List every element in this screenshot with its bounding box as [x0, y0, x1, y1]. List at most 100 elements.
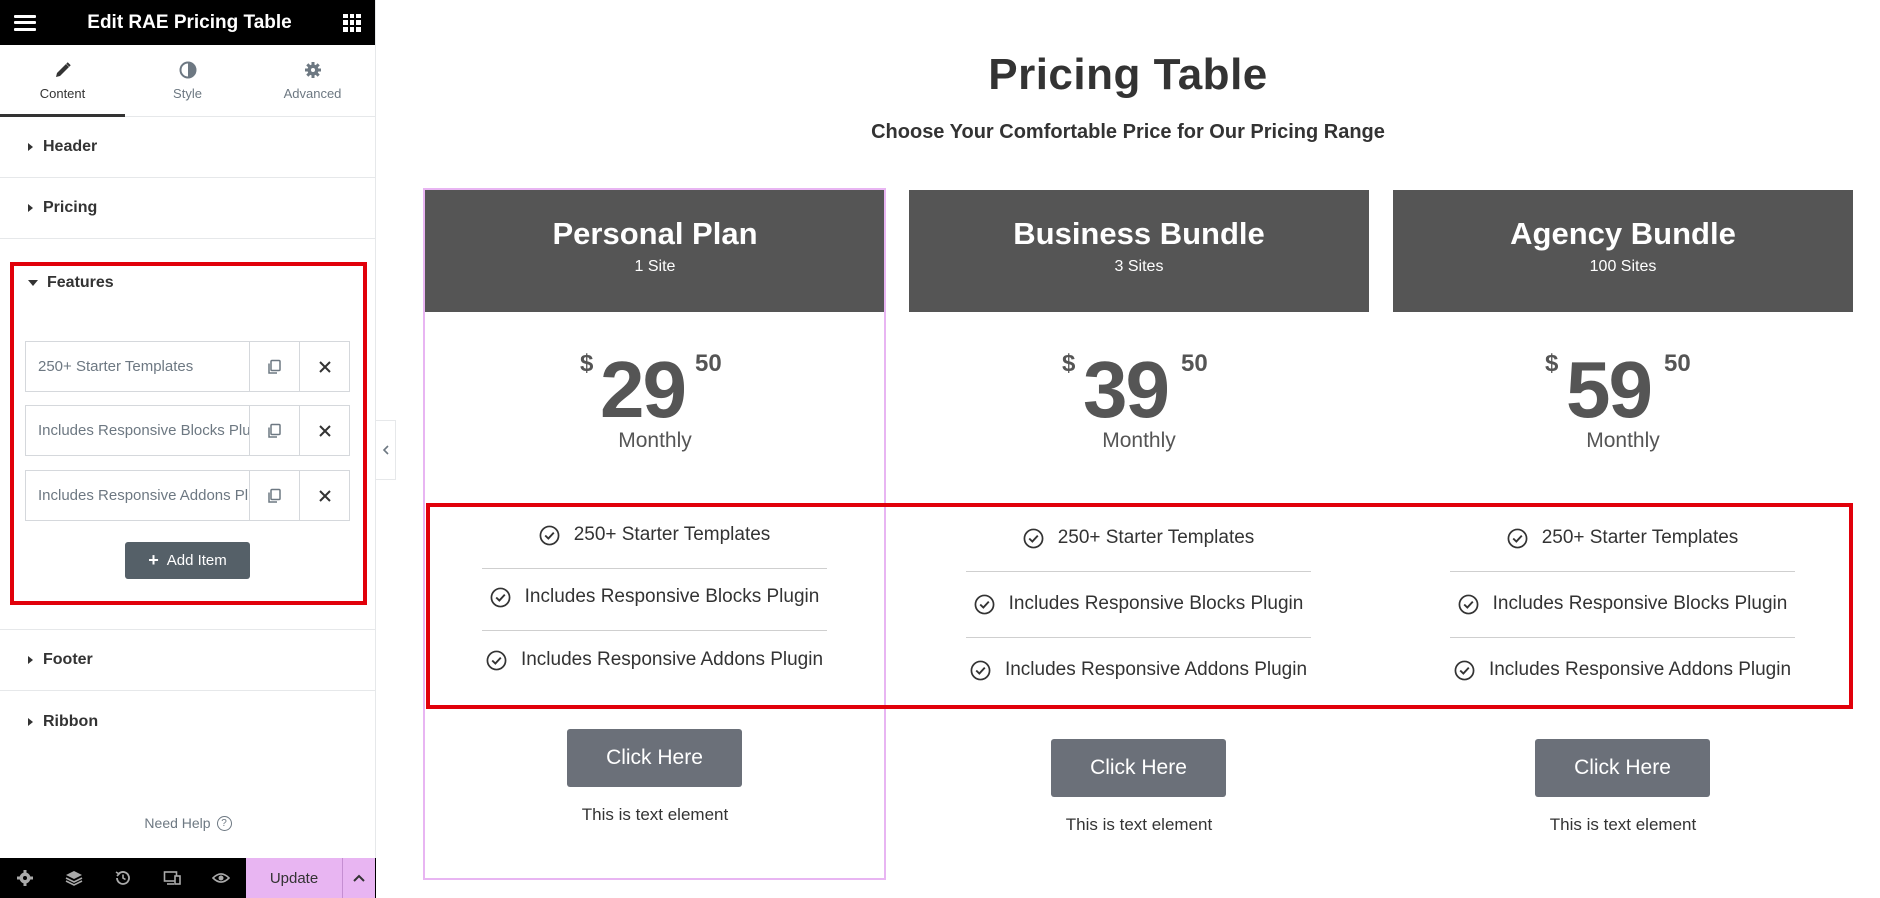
currency-symbol: $ — [1545, 350, 1559, 377]
price-block: $ 39 50 Monthly — [909, 312, 1369, 462]
plan-sites: 100 Sites — [1589, 258, 1657, 275]
preview-button[interactable] — [196, 858, 245, 898]
update-options-button[interactable] — [342, 858, 375, 898]
need-help-link[interactable]: Need Help ? — [0, 815, 376, 831]
editor-title: Edit RAE Pricing Table — [87, 11, 292, 33]
remove-button[interactable] — [299, 471, 349, 520]
price-block: $ 29 50 Monthly — [425, 312, 885, 462]
click-here-button[interactable]: Click Here — [567, 729, 742, 787]
feature-text: 250+ Starter Templates — [573, 524, 771, 545]
section-footer-label: Footer — [43, 651, 93, 668]
price-cents: 50 — [1664, 350, 1691, 377]
card-header: Agency Bundle 100 Sites — [1393, 190, 1853, 312]
repeater-item-label[interactable]: 250+ Starter Templates — [26, 342, 250, 391]
editor-tabs: Content Style Advanced — [0, 45, 375, 117]
copy-icon — [268, 423, 282, 438]
price-amount: 29 — [600, 345, 687, 434]
text-element: This is text element — [1065, 815, 1213, 834]
section-footer[interactable]: Footer — [0, 630, 376, 691]
chevron-up-icon — [353, 874, 365, 882]
navigator-button[interactable] — [49, 858, 98, 898]
add-item-button[interactable]: + Add Item — [125, 542, 250, 579]
settings-button[interactable] — [0, 858, 49, 898]
repeater-item-label[interactable]: Includes Responsive Addons Plugin — [26, 471, 250, 520]
tab-advanced-label: Advanced — [283, 86, 342, 101]
gear-icon — [16, 870, 33, 886]
click-here-button[interactable]: Click Here — [1535, 739, 1710, 797]
section-ribbon-label: Ribbon — [43, 712, 99, 730]
remove-button[interactable] — [299, 406, 349, 455]
price-cents: 50 — [695, 350, 722, 377]
question-icon: ? — [216, 815, 232, 831]
update-button[interactable]: Update — [246, 858, 342, 898]
responsive-button[interactable] — [147, 858, 196, 898]
section-header-label: Header — [43, 138, 98, 155]
currency-symbol: $ — [1062, 350, 1076, 377]
feature-item: 250+ Starter Templates — [1450, 527, 1795, 549]
gear-icon — [304, 60, 322, 80]
page-subtitle: Choose Your Comfortable Price for Our Pr… — [871, 121, 1385, 143]
repeater-item[interactable]: Includes Responsive Addons Plugin — [25, 470, 350, 521]
check-circle-icon — [1458, 594, 1479, 614]
feature-text: 250+ Starter Templates — [1541, 527, 1739, 548]
pricing-card[interactable]: Agency Bundle 100 Sites $ 59 50 Monthly — [1393, 190, 1853, 462]
section-features[interactable]: Features — [28, 274, 114, 292]
tab-advanced[interactable]: Advanced — [250, 45, 375, 116]
check-circle-icon — [1454, 660, 1475, 680]
widgets-grid-icon[interactable] — [343, 13, 361, 32]
history-button[interactable] — [98, 858, 147, 898]
price-period: Monthly — [618, 429, 692, 452]
remove-button[interactable] — [299, 342, 349, 391]
price-amount: 39 — [1083, 345, 1170, 434]
click-here-button[interactable]: Click Here — [1051, 739, 1226, 797]
check-circle-icon — [539, 525, 560, 545]
section-header[interactable]: Header — [0, 117, 375, 178]
plan-name: Business Bundle — [1013, 216, 1265, 251]
card-header: Business Bundle 3 Sites — [909, 190, 1369, 312]
chevron-left-icon — [382, 445, 389, 455]
plan-sites: 3 Sites — [1114, 258, 1164, 275]
section-pricing[interactable]: Pricing — [0, 178, 375, 239]
editor-bottombar: Update — [0, 858, 376, 898]
lower-sections: Footer Ribbon — [0, 629, 376, 752]
duplicate-button[interactable] — [250, 471, 300, 520]
duplicate-button[interactable] — [250, 406, 300, 455]
tab-content[interactable]: Content — [0, 45, 125, 117]
price-period: Monthly — [1102, 429, 1176, 452]
repeater-item-label[interactable]: Includes Responsive Blocks Plugin — [26, 406, 250, 455]
plan-name: Personal Plan — [552, 216, 758, 251]
section-ribbon[interactable]: Ribbon — [0, 691, 376, 752]
check-circle-icon — [486, 650, 507, 670]
check-circle-icon — [1507, 528, 1528, 548]
plan-sites: 1 Site — [634, 258, 676, 275]
pricing-card[interactable]: Business Bundle 3 Sites $ 39 50 Monthly — [909, 190, 1369, 462]
layers-icon — [65, 871, 82, 886]
duplicate-button[interactable] — [250, 342, 300, 391]
copy-icon — [268, 488, 282, 503]
history-icon — [115, 871, 130, 885]
caret-right-icon — [28, 204, 33, 212]
feature-item: 250+ Starter Templates — [482, 524, 827, 546]
feature-divider — [482, 568, 827, 569]
feature-text: Includes Responsive Blocks Plugin — [1008, 593, 1304, 614]
caret-right-icon — [28, 656, 33, 664]
plus-icon: + — [148, 550, 159, 570]
tab-style[interactable]: Style — [125, 45, 250, 116]
repeater-item[interactable]: Includes Responsive Blocks Plugin — [25, 405, 350, 456]
caret-right-icon — [28, 717, 33, 726]
feature-divider — [966, 637, 1311, 638]
price-cents: 50 — [1181, 350, 1208, 377]
feature-divider — [1450, 637, 1795, 638]
feature-divider — [1450, 571, 1795, 572]
close-icon — [318, 424, 331, 437]
collapse-panel-button[interactable] — [376, 420, 396, 480]
feature-item: Includes Responsive Blocks Plugin — [482, 586, 827, 608]
feature-item: Includes Responsive Addons Plugin — [966, 659, 1311, 681]
repeater-item[interactable]: 250+ Starter Templates — [25, 341, 350, 392]
hamburger-menu-icon[interactable] — [14, 14, 36, 31]
feature-divider — [482, 630, 827, 631]
copy-icon — [268, 359, 282, 374]
pencil-icon — [54, 60, 72, 80]
pricing-card[interactable]: Personal Plan 1 Site $ 29 50 Monthly — [425, 190, 885, 462]
feature-item: Includes Responsive Addons Plugin — [1450, 659, 1795, 681]
